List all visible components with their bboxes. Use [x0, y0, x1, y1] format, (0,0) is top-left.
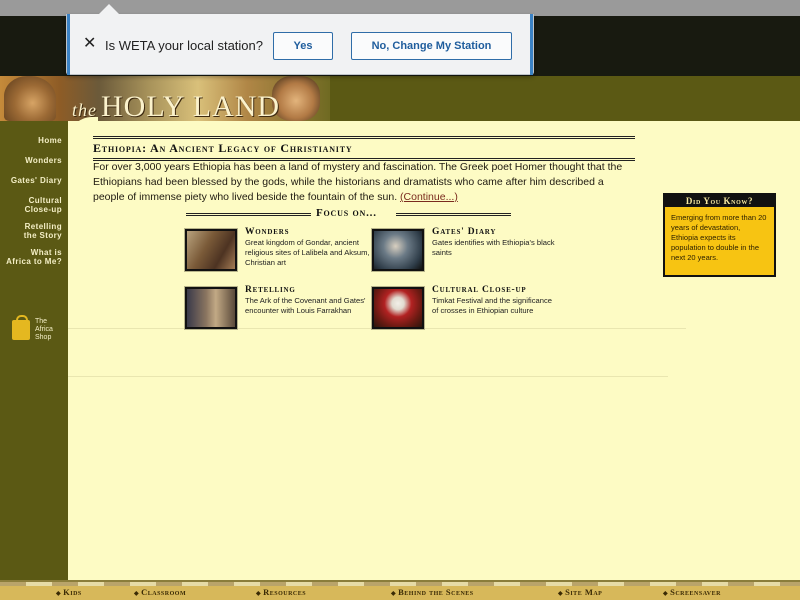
banner-portrait-left: [4, 76, 56, 121]
left-nav-item-label: Close-up: [24, 205, 62, 214]
left-nav-item[interactable]: Wonders: [25, 156, 66, 165]
continue-link[interactable]: (Continue...): [400, 191, 458, 203]
popup-caret: [99, 4, 119, 14]
shop-label-line3: Shop: [35, 334, 52, 341]
change-station-button[interactable]: No, Change My Station: [351, 32, 512, 60]
africa-shop-label: The Africa Shop: [35, 318, 69, 342]
focus-on-heading: Focus on...: [186, 207, 511, 220]
focus-item-wonders[interactable]: Wonders Great kingdom of Gondar, ancient…: [184, 227, 370, 277]
bottom-nav-link[interactable]: Screensaver: [663, 587, 721, 597]
focus-item-cultural-close-up[interactable]: Cultural Close-up Timkat Festival and th…: [371, 285, 552, 335]
banner-title-large: HOLY LAND: [101, 90, 281, 121]
bottom-nav-link[interactable]: Classroom: [134, 587, 186, 597]
page-title: Ethiopia: An Ancient Legacy of Christian…: [93, 141, 353, 155]
bottom-nav-link[interactable]: Kids: [56, 587, 82, 597]
did-you-know-header: Did You Know?: [665, 195, 774, 207]
popup-left-edge: [67, 14, 70, 75]
left-nav-item[interactable]: Cultural Close-up: [25, 196, 66, 214]
focus-item-title[interactable]: Retelling: [245, 285, 296, 295]
left-nav-item-label: What is: [30, 248, 62, 257]
shopping-bag-icon: [12, 315, 30, 340]
focus-item-desc: Timkat Festival and the significance of …: [432, 296, 553, 315]
focus-item-gates-diary[interactable]: Gates' Diary Gates identifies with Ethio…: [371, 227, 555, 277]
left-nav-item-label: Wonders: [25, 156, 62, 165]
left-nav-item-label: Retelling: [24, 222, 62, 231]
focus-item-title[interactable]: Gates' Diary: [432, 227, 496, 237]
did-you-know-box: Did You Know? Emerging from more than 20…: [663, 193, 776, 277]
left-nav-item[interactable]: Retelling the Story: [24, 222, 66, 240]
retelling-thumbnail[interactable]: [184, 286, 238, 330]
cultural-close-up-thumbnail[interactable]: [371, 286, 425, 330]
focus-item-desc: Gates identifies with Ethiopia's black s…: [432, 238, 555, 257]
popup-right-edge: [530, 14, 533, 75]
close-icon[interactable]: ✕: [83, 36, 96, 52]
wonders-thumbnail[interactable]: [184, 228, 238, 272]
yes-button[interactable]: Yes: [273, 32, 333, 60]
bottom-nav-link[interactable]: Site Map: [558, 587, 602, 597]
holy-land-banner: the HOLY LAND: [0, 76, 800, 121]
popup-question: Is WETA your local station?: [105, 38, 263, 53]
focus-item-title[interactable]: Wonders: [245, 227, 289, 237]
left-nav-item[interactable]: Home: [38, 136, 66, 145]
intro-paragraph: For over 3,000 years Ethiopia has been a…: [93, 160, 638, 205]
focus-rule-left: [186, 213, 311, 216]
did-you-know-text: Emerging from more than 20 years of deva…: [671, 213, 767, 262]
focus-item-desc: Great kingdom of Gondar, ancient religio…: [245, 238, 370, 267]
focus-item-desc: The Ark of the Covenant and Gates' encou…: [245, 296, 366, 315]
local-station-popup: ✕ Is WETA your local station? Yes No, Ch…: [66, 4, 534, 75]
focus-rule-right: [396, 213, 511, 216]
bottom-decorative-stripe: [0, 582, 800, 586]
background-rule: [68, 376, 668, 377]
shop-label-line1: The: [35, 318, 48, 325]
shop-label-line2: Africa: [35, 326, 53, 333]
intro-text: For over 3,000 years Ethiopia has been a…: [93, 161, 623, 203]
focus-heading-text: Focus on...: [316, 207, 377, 219]
left-nav-item-label: Cultural: [28, 196, 62, 205]
bottom-nav-link[interactable]: Resources: [256, 587, 306, 597]
bottom-nav-links: Kids Classroom Resources Behind the Scenes S…: [0, 587, 800, 600]
africa-shop-link[interactable]: The Africa Shop: [12, 315, 69, 346]
left-nav-item[interactable]: What is Africa to Me?: [6, 248, 66, 266]
focus-item-title[interactable]: Cultural Close-up: [432, 285, 526, 295]
left-nav-item[interactable]: Gates' Diary: [11, 176, 66, 185]
left-nav-item-label: Gates' Diary: [10, 176, 62, 185]
bottom-navigation-bar: Kids Classroom Resources Behind the Scenes S…: [0, 580, 800, 600]
main-content: Ethiopia: An Ancient Legacy of Christian…: [68, 121, 800, 580]
gates-diary-thumbnail[interactable]: [371, 228, 425, 272]
left-nav-item-label: Africa to Me?: [6, 257, 62, 266]
focus-item-retelling[interactable]: Retelling The Ark of the Covenant and Ga…: [184, 285, 366, 335]
banner-title: the HOLY LAND: [72, 90, 280, 121]
left-nav-item-label: the Story: [23, 231, 62, 240]
page-heading-block: Ethiopia: An Ancient Legacy of Christian…: [93, 136, 635, 161]
bottom-nav-link[interactable]: Behind the Scenes: [391, 587, 474, 597]
left-navigation: [0, 121, 68, 580]
left-nav-item-label: Home: [38, 136, 62, 145]
